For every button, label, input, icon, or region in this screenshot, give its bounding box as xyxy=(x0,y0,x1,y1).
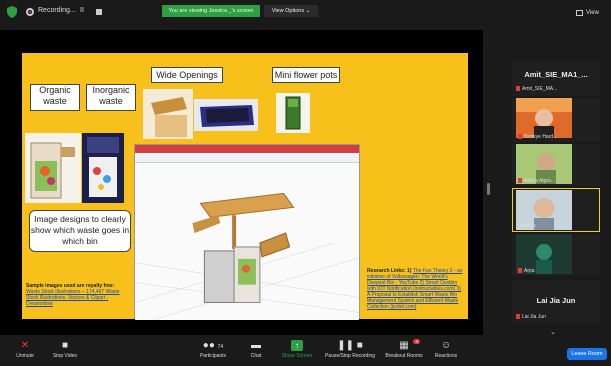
participant-tile-arpa[interactable]: Arpa xyxy=(512,234,600,276)
stop-video-button[interactable]: ■ Stop Video xyxy=(48,340,82,359)
video-camera-icon: ■ xyxy=(61,340,69,351)
mic-muted-icon xyxy=(518,134,522,140)
cad-toolbar[interactable] xyxy=(135,153,359,163)
pause-stop-recording-label: Pause/Stop Recording xyxy=(324,353,376,359)
view-options-button[interactable]: View Options ⌄ xyxy=(264,5,318,17)
pause-stop-recording-button[interactable]: ❚❚ ■ Pause/Stop Recording xyxy=(322,340,378,359)
label-mini-flower-pots: Mini flower pots xyxy=(272,67,340,83)
shared-screen: Organic waste Inorganic waste Wide Openi… xyxy=(0,30,483,335)
reactions-button[interactable]: ☺ Reactions xyxy=(432,340,460,359)
breakout-rooms-button[interactable]: ▦ 4 Breakout Rooms xyxy=(384,339,424,359)
participant-tile-amit[interactable]: Amit_SIE_MA1_... Amit_SIE_MA... xyxy=(512,60,600,96)
meeting-top-bar: Recording... II You are viewing Jessica … xyxy=(0,0,611,24)
participants-icon: ●● 74 xyxy=(202,340,224,351)
chat-button[interactable]: ▬ Chat xyxy=(246,340,266,359)
unmute-label: Unmute xyxy=(16,353,34,359)
sample-images-note: Sample images used are royalty free: Was… xyxy=(26,283,126,307)
label-image-designs: Image designs to clearly show which wast… xyxy=(29,210,131,252)
wide-opening-image-2 xyxy=(194,99,258,131)
participant-tile-aditya[interactable]: Aditya Atgra... xyxy=(512,144,600,186)
label-inorganic-waste: Inorganic waste xyxy=(86,84,136,111)
mic-muted-icon xyxy=(518,268,522,274)
participant-sub-arpa: Arpa xyxy=(518,268,535,274)
research-links[interactable]: The Fun Theory 2 - an initiative of Volk… xyxy=(367,268,463,310)
share-screen-button[interactable]: ↑ Share Screen xyxy=(280,340,314,359)
stop-video-label: Stop Video xyxy=(52,353,78,359)
participant-sub-jessica: Jessica xyxy=(519,223,536,229)
participant-name-amit: Amit_SIE_MA1_... xyxy=(524,70,588,79)
participant-sub-aditya: Aditya Atgra... xyxy=(518,178,555,184)
label-organic-waste: Organic waste xyxy=(30,84,80,111)
participant-name-lai: Lai Jia Jun xyxy=(536,296,576,305)
research-links-note: Research Links: 1) The Fun Theory 2 - an… xyxy=(367,268,464,310)
presentation-slide: Organic waste Inorganic waste Wide Openi… xyxy=(22,53,468,320)
participants-label: Participants xyxy=(199,353,227,359)
cad-title-bar xyxy=(135,145,359,153)
reactions-label: Reactions xyxy=(434,353,458,359)
view-button[interactable]: View xyxy=(586,10,599,16)
cad-model-window[interactable] xyxy=(134,144,360,320)
participants-video-panel: Amit_SIE_MA1_... Amit_SIE_MA... Birdeye … xyxy=(512,30,600,336)
breakout-rooms-badge: 4 xyxy=(413,339,420,344)
unmute-button[interactable]: ✕ Unmute xyxy=(12,340,38,359)
organic-bin-image xyxy=(25,133,81,203)
label-wide-openings: Wide Openings xyxy=(151,67,223,83)
chevron-down-icon[interactable]: ⌄ xyxy=(550,328,556,336)
reactions-icon: ☺ xyxy=(440,340,452,351)
participant-tile-lai[interactable]: Lai Jia Jun Lai Jia Jun xyxy=(512,280,600,324)
breakout-rooms-label: Breakout Rooms xyxy=(385,353,423,359)
stop-recording-icon[interactable] xyxy=(96,9,102,15)
grid-view-icon[interactable] xyxy=(576,10,583,16)
wide-opening-image-1 xyxy=(143,89,193,139)
pause-stop-icon: ❚❚ ■ xyxy=(337,340,363,351)
cad-viewport[interactable] xyxy=(135,163,359,320)
recording-icon xyxy=(26,8,34,16)
participant-video-birdeye xyxy=(516,98,572,138)
inorganic-bin-image xyxy=(82,133,124,203)
share-screen-label: Share Screen xyxy=(281,353,313,359)
leave-room-button[interactable]: Leave Room xyxy=(567,348,607,360)
meeting-toolbar: ✕ Unmute ■ Stop Video ●● 74 Participants… xyxy=(0,338,611,366)
participants-button[interactable]: ●● 74 Participants xyxy=(196,340,230,359)
panel-resize-handle[interactable] xyxy=(487,183,490,195)
chat-icon: ▬ xyxy=(251,340,261,351)
chat-label: Chat xyxy=(250,353,262,359)
recording-label: Recording... xyxy=(38,7,76,14)
participant-tile-birdeye[interactable]: Birdeye Hard... xyxy=(512,98,600,142)
mini-flower-pot-image xyxy=(276,93,310,133)
participant-sub-birdeye: Birdeye Hard... xyxy=(518,134,557,140)
participant-sub-amit: Amit_SIE_MA... xyxy=(516,86,557,92)
participant-tile-jessica[interactable]: Jessica xyxy=(512,188,600,232)
microphone-muted-icon: ✕ xyxy=(20,340,30,351)
participants-count: 74 xyxy=(217,344,224,350)
mic-muted-icon xyxy=(516,314,520,320)
viewing-screen-banner: You are viewing Jessica _'s screen xyxy=(162,5,260,17)
share-screen-icon: ↑ xyxy=(291,340,303,351)
participant-sub-lai: Lai Jia Jun xyxy=(516,314,546,320)
mic-muted-icon xyxy=(516,86,520,92)
shield-icon[interactable] xyxy=(7,6,17,18)
pause-recording-icon[interactable]: II xyxy=(80,7,84,14)
mic-muted-icon xyxy=(518,178,522,184)
sample-images-link[interactable]: Waste Stock Illustrations – 174,467 Wast… xyxy=(26,289,120,307)
